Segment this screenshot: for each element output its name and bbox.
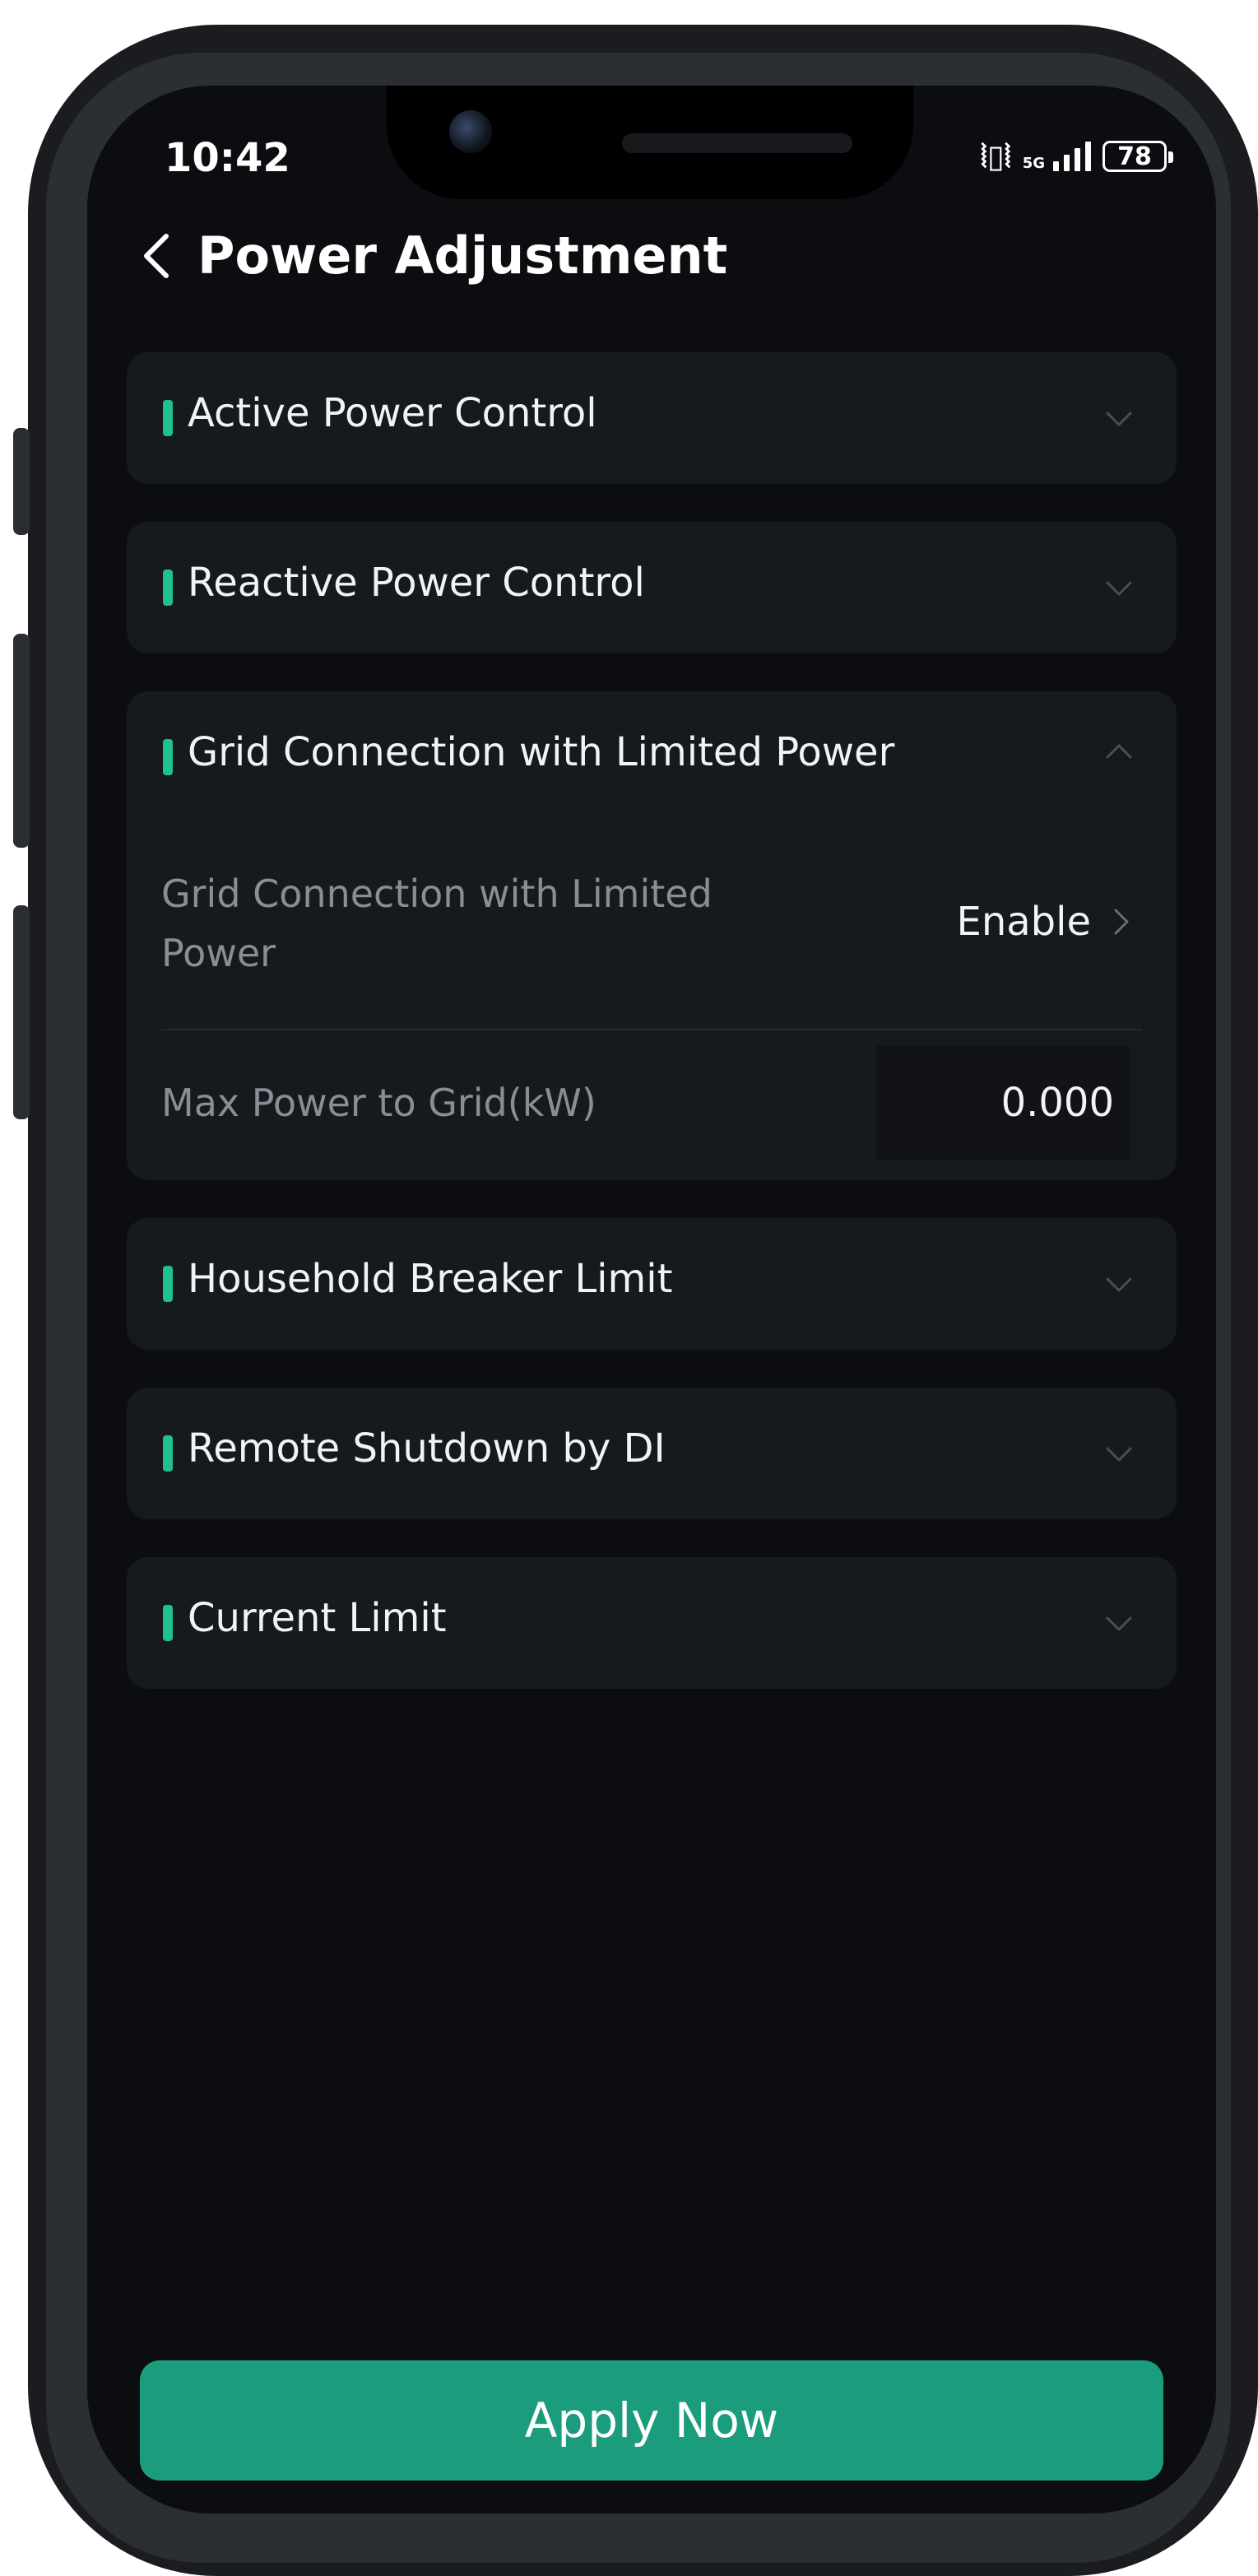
chevron-down-icon[interactable]: [1102, 1269, 1135, 1302]
chevron-right-icon: [1114, 909, 1129, 935]
accent-bar: [163, 739, 173, 775]
accent-bar: [163, 400, 173, 436]
chevron-down-icon[interactable]: [1102, 1608, 1135, 1641]
accent-bar: [163, 1435, 173, 1472]
earpiece-speaker: [622, 133, 852, 153]
section-header[interactable]: Household Breaker Limit: [127, 1218, 1177, 1350]
network-label: 5G: [1022, 155, 1045, 172]
front-camera: [449, 110, 492, 153]
accent-bar: [163, 570, 173, 606]
section-active-power-control[interactable]: Active Power Control: [127, 352, 1177, 484]
battery-icon: 78: [1102, 141, 1173, 172]
section-title: Remote Shutdown by DI: [188, 1425, 666, 1472]
app-screen: 10:42 ⦚▯⦚ 5G 78 Power Adjustment Active …: [87, 86, 1216, 2513]
chevron-up-icon[interactable]: [1102, 734, 1135, 767]
section-title: Reactive Power Control: [188, 560, 645, 606]
chevron-down-icon[interactable]: [1102, 403, 1135, 436]
section-title: Grid Connection with Limited Power: [188, 729, 895, 775]
status-icons: ⦚▯⦚ 5G 78: [980, 132, 1173, 181]
max-power-to-grid-label: Max Power to Grid(kW): [161, 1081, 597, 1125]
section-reactive-power-control[interactable]: Reactive Power Control: [127, 522, 1177, 653]
grid-connection-limited-power-value: Enable: [956, 899, 1092, 945]
section-header[interactable]: Remote Shutdown by DI: [127, 1388, 1177, 1519]
max-power-to-grid-value: 0.000: [1000, 1080, 1114, 1126]
battery-level: 78: [1117, 142, 1152, 171]
section-current-limit[interactable]: Current Limit: [127, 1557, 1177, 1689]
vibrate-icon: ⦚▯⦚: [980, 137, 1011, 174]
section-title: Current Limit: [188, 1595, 447, 1641]
accent-bar: [163, 1266, 173, 1302]
section-header[interactable]: Reactive Power Control: [127, 522, 1177, 653]
page-header: Power Adjustment: [137, 226, 727, 286]
phone-side-button: [13, 428, 30, 535]
section-title: Household Breaker Limit: [188, 1256, 673, 1302]
section-household-breaker-limit[interactable]: Household Breaker Limit: [127, 1218, 1177, 1350]
back-arrow-icon[interactable]: [137, 231, 176, 281]
phone-side-button: [13, 905, 30, 1119]
page-title: Power Adjustment: [197, 226, 728, 286]
chevron-down-icon[interactable]: [1102, 573, 1135, 606]
phone-side-button: [13, 634, 30, 848]
section-header[interactable]: Active Power Control: [127, 352, 1177, 484]
grid-connection-limited-power-label: Grid Connection with Limited Power: [161, 872, 713, 975]
signal-icon: 5G: [1023, 142, 1091, 171]
apply-now-button[interactable]: Apply Now: [140, 2360, 1163, 2481]
section-title: Active Power Control: [188, 390, 597, 436]
accent-bar: [163, 1605, 173, 1641]
status-time: 10:42: [165, 135, 290, 181]
section-header[interactable]: Current Limit: [127, 1557, 1177, 1689]
max-power-to-grid-input[interactable]: 0.000: [875, 1045, 1130, 1160]
section-grid-connection-limited-power: Grid Connection with Limited Power Grid …: [127, 691, 1177, 1180]
chevron-down-icon[interactable]: [1102, 1439, 1135, 1472]
section-header[interactable]: Grid Connection with Limited Power: [127, 691, 1177, 823]
section-remote-shutdown-by-di[interactable]: Remote Shutdown by DI: [127, 1388, 1177, 1519]
row-divider: [161, 1029, 1142, 1030]
